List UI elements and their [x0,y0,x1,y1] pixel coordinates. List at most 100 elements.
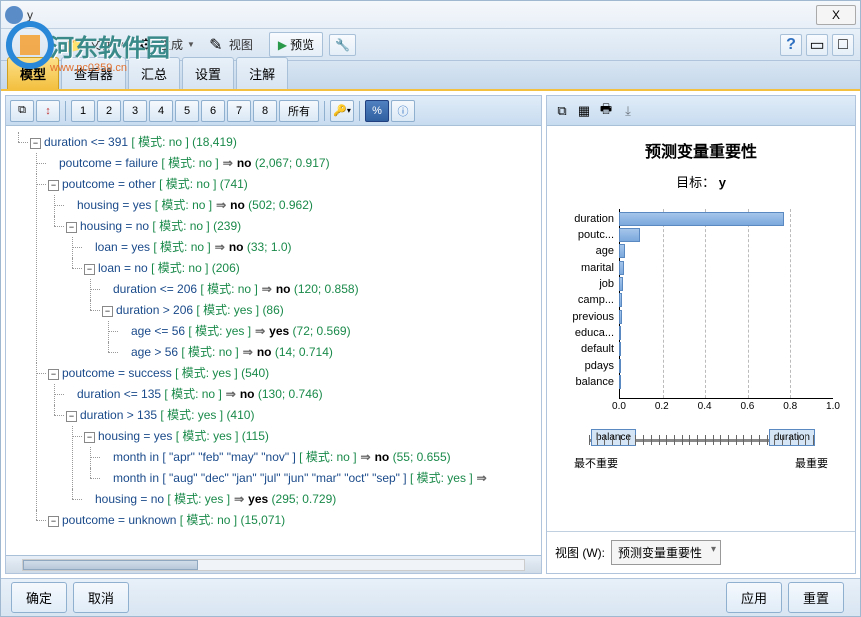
level-5[interactable]: 5 [175,100,199,122]
maximize-button[interactable]: □ [832,34,854,56]
tree-node[interactable]: −poutcome = success [ 模式: yes ] (540)dur… [30,363,541,510]
bar-row: duration [619,211,833,226]
tree-node[interactable]: −duration <= 391 [ 模式: no ] (18,419)pout… [12,132,541,531]
chart-target: 目标： y [559,172,843,191]
chart-area: 预测变量重要性 目标： y 0.00.20.40.60.81.0 duratio… [547,126,855,531]
bar-row: educa... [619,326,833,341]
apply-button[interactable]: 应用 [726,582,782,613]
expand-toggle[interactable]: − [102,306,113,317]
copy-button[interactable]: ⧉ [10,100,34,122]
menu-view[interactable]: 视图 [229,36,253,53]
bar-label: duration [574,213,619,225]
bar-label: poutc... [578,229,619,241]
level-all[interactable]: 所有 [279,100,319,122]
tree-panel: ⧉ ↕ 1 2 3 4 5 6 7 8 所有 🔑▾ % ⓘ −duration … [5,95,542,574]
help-icon: ? [786,36,796,54]
tab-annotate[interactable]: 注解 [236,57,288,89]
tree-node[interactable]: month in [ "aug" "dec" "jan" "jul" "jun"… [84,468,541,489]
tree-node[interactable]: −duration > 135 [ 模式: yes ] (410)−housin… [48,405,541,510]
chart-export-icon[interactable]: ⤓ [619,102,637,120]
close-button[interactable]: X [816,5,856,25]
ok-button[interactable]: 确定 [11,582,67,613]
bar-label: job [599,278,619,290]
tree-node[interactable]: −loan = no [ 模式: no ] (206)duration <= 2… [66,258,541,363]
tree-node[interactable]: loan = yes [ 模式: no ]⇒no (33; 1.0) [66,237,541,258]
level-4[interactable]: 4 [149,100,173,122]
tree-node[interactable]: −housing = yes [ 模式: yes ] (115)month in… [66,426,541,489]
maximize-icon: □ [838,36,848,54]
expand-button[interactable]: ↕ [36,100,60,122]
chart-title: 预测变量重要性 [559,138,843,162]
app-window: y X 河东软件园 www.pc0359.cn 📁 文件 ▼ ⚙ 生成 ▼ ✎ … [0,0,861,617]
expand-toggle[interactable]: − [48,516,59,527]
info-button[interactable]: ⓘ [391,100,415,122]
generate-dropdown-icon[interactable]: ▼ [187,40,195,49]
minimize-button[interactable]: ▭ [806,34,828,56]
tool-button[interactable]: 🔧 [329,34,356,56]
chart-print-icon[interactable]: 🖶 [597,102,615,120]
tree-node[interactable]: −duration > 206 [ 模式: yes ] (86)age <= 5… [84,300,541,363]
bar-label: pdays [585,360,619,372]
preview-label: 预览 [290,36,314,53]
importance-barchart: 0.00.20.40.60.81.0 durationpoutc...agema… [619,209,833,399]
tree-node[interactable]: housing = yes [ 模式: no ]⇒no (502; 0.962) [48,195,541,216]
view-selector: 视图 (W): 预测变量重要性 [547,531,855,573]
tree-node[interactable]: duration <= 135 [ 模式: no ]⇒no (130; 0.74… [48,384,541,405]
expand-icon: ↕ [45,105,51,117]
slider-max-label: 最重要 [795,455,828,471]
view-dropdown[interactable]: 预测变量重要性 [611,540,721,565]
percent-icon: % [372,105,382,117]
tree-node[interactable]: duration <= 206 [ 模式: no ]⇒no (120; 0.85… [84,279,541,300]
watermark-url: www.pc0359.cn [50,62,127,74]
tree-node[interactable]: age <= 56 [ 模式: yes ]⇒yes (72; 0.569) [102,321,541,342]
bar-label: camp... [578,294,619,306]
tree-node[interactable]: housing = no [ 模式: yes ]⇒yes (295; 0.729… [66,489,541,510]
tree-node[interactable]: age > 56 [ 模式: no ]⇒no (14; 0.714) [102,342,541,363]
bar-label: previous [572,311,619,323]
expand-toggle[interactable]: − [48,180,59,191]
level-7[interactable]: 7 [227,100,251,122]
percent-button[interactable]: % [365,100,389,122]
expand-toggle[interactable]: − [30,138,41,149]
bar [619,293,622,307]
expand-toggle[interactable]: − [84,432,95,443]
reset-button[interactable]: 重置 [788,582,844,613]
level-8[interactable]: 8 [253,100,277,122]
tree-node[interactable]: −poutcome = other [ 模式: no ] (741)housin… [30,174,541,363]
tree-node[interactable]: −housing = no [ 模式: no ] (239)loan = yes… [48,216,541,363]
decision-tree[interactable]: −duration <= 391 [ 模式: no ] (18,419)pout… [6,126,541,555]
minimize-icon: ▭ [809,35,824,55]
bar [619,375,621,389]
level-6[interactable]: 6 [201,100,225,122]
chart-table-icon[interactable]: ▦ [575,102,593,120]
expand-toggle[interactable]: − [66,411,77,422]
level-3[interactable]: 3 [123,100,147,122]
bar [619,277,623,291]
view-label: 视图 (W): [555,544,605,561]
slider-max-box[interactable]: duration [769,429,815,446]
level-1[interactable]: 1 [71,100,95,122]
tab-settings[interactable]: 设置 [182,57,234,89]
watermark: 河东软件园 www.pc0359.cn [5,20,170,70]
level-2[interactable]: 2 [97,100,121,122]
tree-node[interactable]: −poutcome = unknown [ 模式: no ] (15,071) [30,510,541,531]
help-button[interactable]: ? [780,34,802,56]
chart-copy-icon[interactable]: ⧉ [553,102,571,120]
bar-row: balance [619,375,833,390]
key-button[interactable]: 🔑▾ [330,100,354,122]
bar-row: age [619,244,833,259]
expand-toggle[interactable]: − [48,369,59,380]
tree-node[interactable]: poutcome = failure [ 模式: no ]⇒no (2,067;… [30,153,541,174]
expand-toggle[interactable]: − [84,264,95,275]
tree-node[interactable]: month in [ "apr" "feb" "may" "nov" ] [ 模… [84,447,541,468]
bar-row: previous [619,309,833,324]
footer: 确定 取消 应用 重置 [1,578,860,616]
watermark-logo [5,20,55,70]
preview-button[interactable]: ▶ 预览 [269,32,323,57]
expand-toggle[interactable]: − [66,222,77,233]
cancel-button[interactable]: 取消 [73,582,129,613]
slider-min-box[interactable]: balance [591,429,636,446]
target-label: 目标： [676,175,715,190]
horizontal-scrollbar[interactable] [6,555,541,573]
bar-row: default [619,342,833,357]
